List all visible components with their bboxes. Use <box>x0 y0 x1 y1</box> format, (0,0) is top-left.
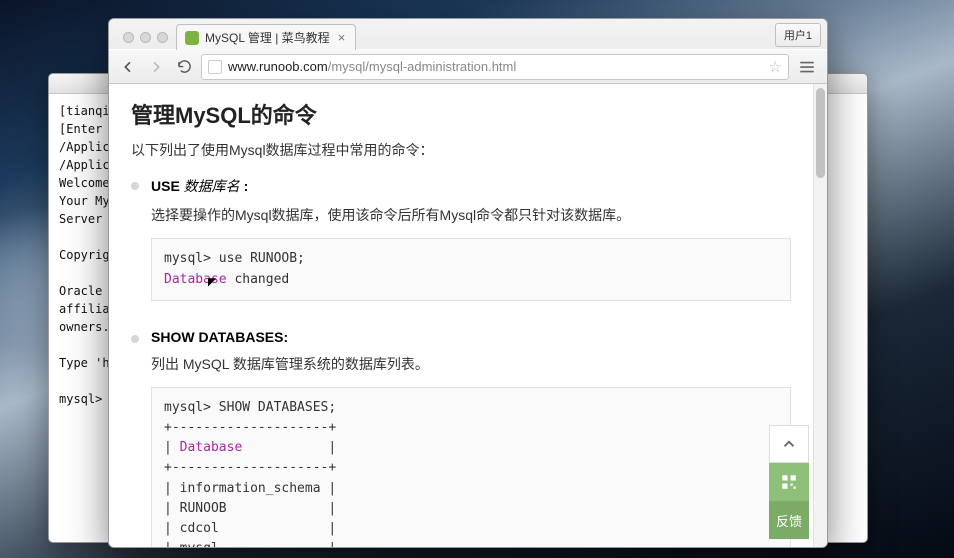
feedback-button[interactable]: 反馈 <box>769 501 809 539</box>
list-item: USE 数据库名 : 选择要操作的Mysql数据库，使用该命令后所有Mysql命… <box>131 176 791 319</box>
tab-title: MySQL 管理 | 菜鸟教程 <box>205 29 330 46</box>
window-controls[interactable] <box>117 32 176 49</box>
page-content: 管理MySQL的命令 以下列出了使用Mysql数据库过程中常用的命令： USE … <box>109 84 813 547</box>
bookmark-star-icon[interactable]: ☆ <box>769 58 782 76</box>
browser-tab[interactable]: MySQL 管理 | 菜鸟教程 × <box>176 24 356 50</box>
item-title: USE 数据库名 : <box>151 176 791 196</box>
qrcode-button[interactable] <box>769 463 809 501</box>
tab-strip: MySQL 管理 | 菜鸟教程 × 用户1 <box>109 19 827 49</box>
list-item: SHOW DATABASES: 列出 MySQL 数据库管理系统的数据库列表。 … <box>131 329 791 547</box>
bullet-icon <box>131 182 139 190</box>
scrollbar-thumb[interactable] <box>816 88 825 178</box>
bullet-icon <box>131 335 139 343</box>
zoom-icon[interactable] <box>157 32 168 43</box>
page-title: 管理MySQL的命令 <box>131 98 791 130</box>
code-block: mysql> SHOW DATABASES; +----------------… <box>151 387 791 547</box>
address-bar[interactable]: www.runoob.com/mysql/mysql-administratio… <box>201 54 789 80</box>
page-viewport: 管理MySQL的命令 以下列出了使用Mysql数据库过程中常用的命令： USE … <box>109 84 827 547</box>
item-title: SHOW DATABASES: <box>151 329 791 345</box>
scroll-top-button[interactable] <box>769 425 809 463</box>
minimize-icon[interactable] <box>140 32 151 43</box>
tab-close-icon[interactable]: × <box>336 30 348 45</box>
browser-toolbar: www.runoob.com/mysql/mysql-administratio… <box>109 49 827 83</box>
forward-button[interactable] <box>145 56 167 78</box>
menu-button[interactable] <box>795 55 819 79</box>
url-path: /mysql/mysql-administration.html <box>328 59 517 74</box>
back-button[interactable] <box>117 56 139 78</box>
close-icon[interactable] <box>123 32 134 43</box>
item-desc: 选择要操作的Mysql数据库，使用该命令后所有Mysql命令都只针对该数据库。 <box>151 204 791 226</box>
vertical-scrollbar[interactable] <box>813 84 827 547</box>
item-desc: 列出 MySQL 数据库管理系统的数据库列表。 <box>151 353 791 375</box>
reload-button[interactable] <box>173 56 195 78</box>
url-host: www.runoob.com <box>228 59 328 74</box>
browser-chrome: MySQL 管理 | 菜鸟教程 × 用户1 www.runoob.com/mys… <box>109 19 827 84</box>
floating-actions: 反馈 <box>769 425 809 539</box>
page-icon <box>208 60 222 74</box>
favicon-icon <box>185 31 199 45</box>
page-intro: 以下列出了使用Mysql数据库过程中常用的命令： <box>131 140 791 160</box>
code-block: mysql> use RUNOOB; Database changed◤ <box>151 238 791 300</box>
profile-button[interactable]: 用户1 <box>775 23 821 47</box>
browser-window: MySQL 管理 | 菜鸟教程 × 用户1 www.runoob.com/mys… <box>108 18 828 548</box>
